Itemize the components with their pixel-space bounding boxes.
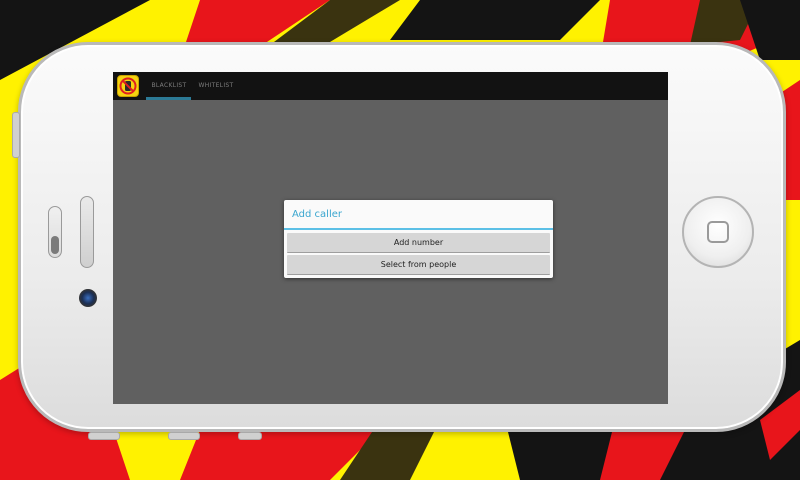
tab-blacklist[interactable]: BLACKLIST: [146, 72, 192, 100]
tab-whitelist[interactable]: WHITELIST: [197, 72, 235, 100]
select-from-people-button[interactable]: Select from people: [287, 255, 550, 275]
dialog-title: Add caller: [292, 209, 342, 220]
add-number-button[interactable]: Add number: [287, 233, 550, 253]
no-call-icon: [117, 75, 139, 97]
mute-switch: [238, 432, 262, 440]
tab-indicator: [146, 97, 191, 100]
speaker-grille: [48, 206, 62, 258]
speaker-grille: [80, 196, 94, 268]
home-button[interactable]: [682, 196, 754, 268]
power-button: [12, 112, 20, 158]
action-bar: BLACKLIST WHITELIST: [113, 72, 668, 100]
dialog-divider: [284, 228, 553, 230]
volume-button: [168, 432, 200, 440]
volume-button: [88, 432, 120, 440]
add-caller-dialog: Add caller Add number Select from people: [284, 200, 553, 278]
front-camera: [79, 289, 97, 307]
app-screen: BLACKLIST WHITELIST Add caller Add numbe…: [113, 72, 668, 404]
